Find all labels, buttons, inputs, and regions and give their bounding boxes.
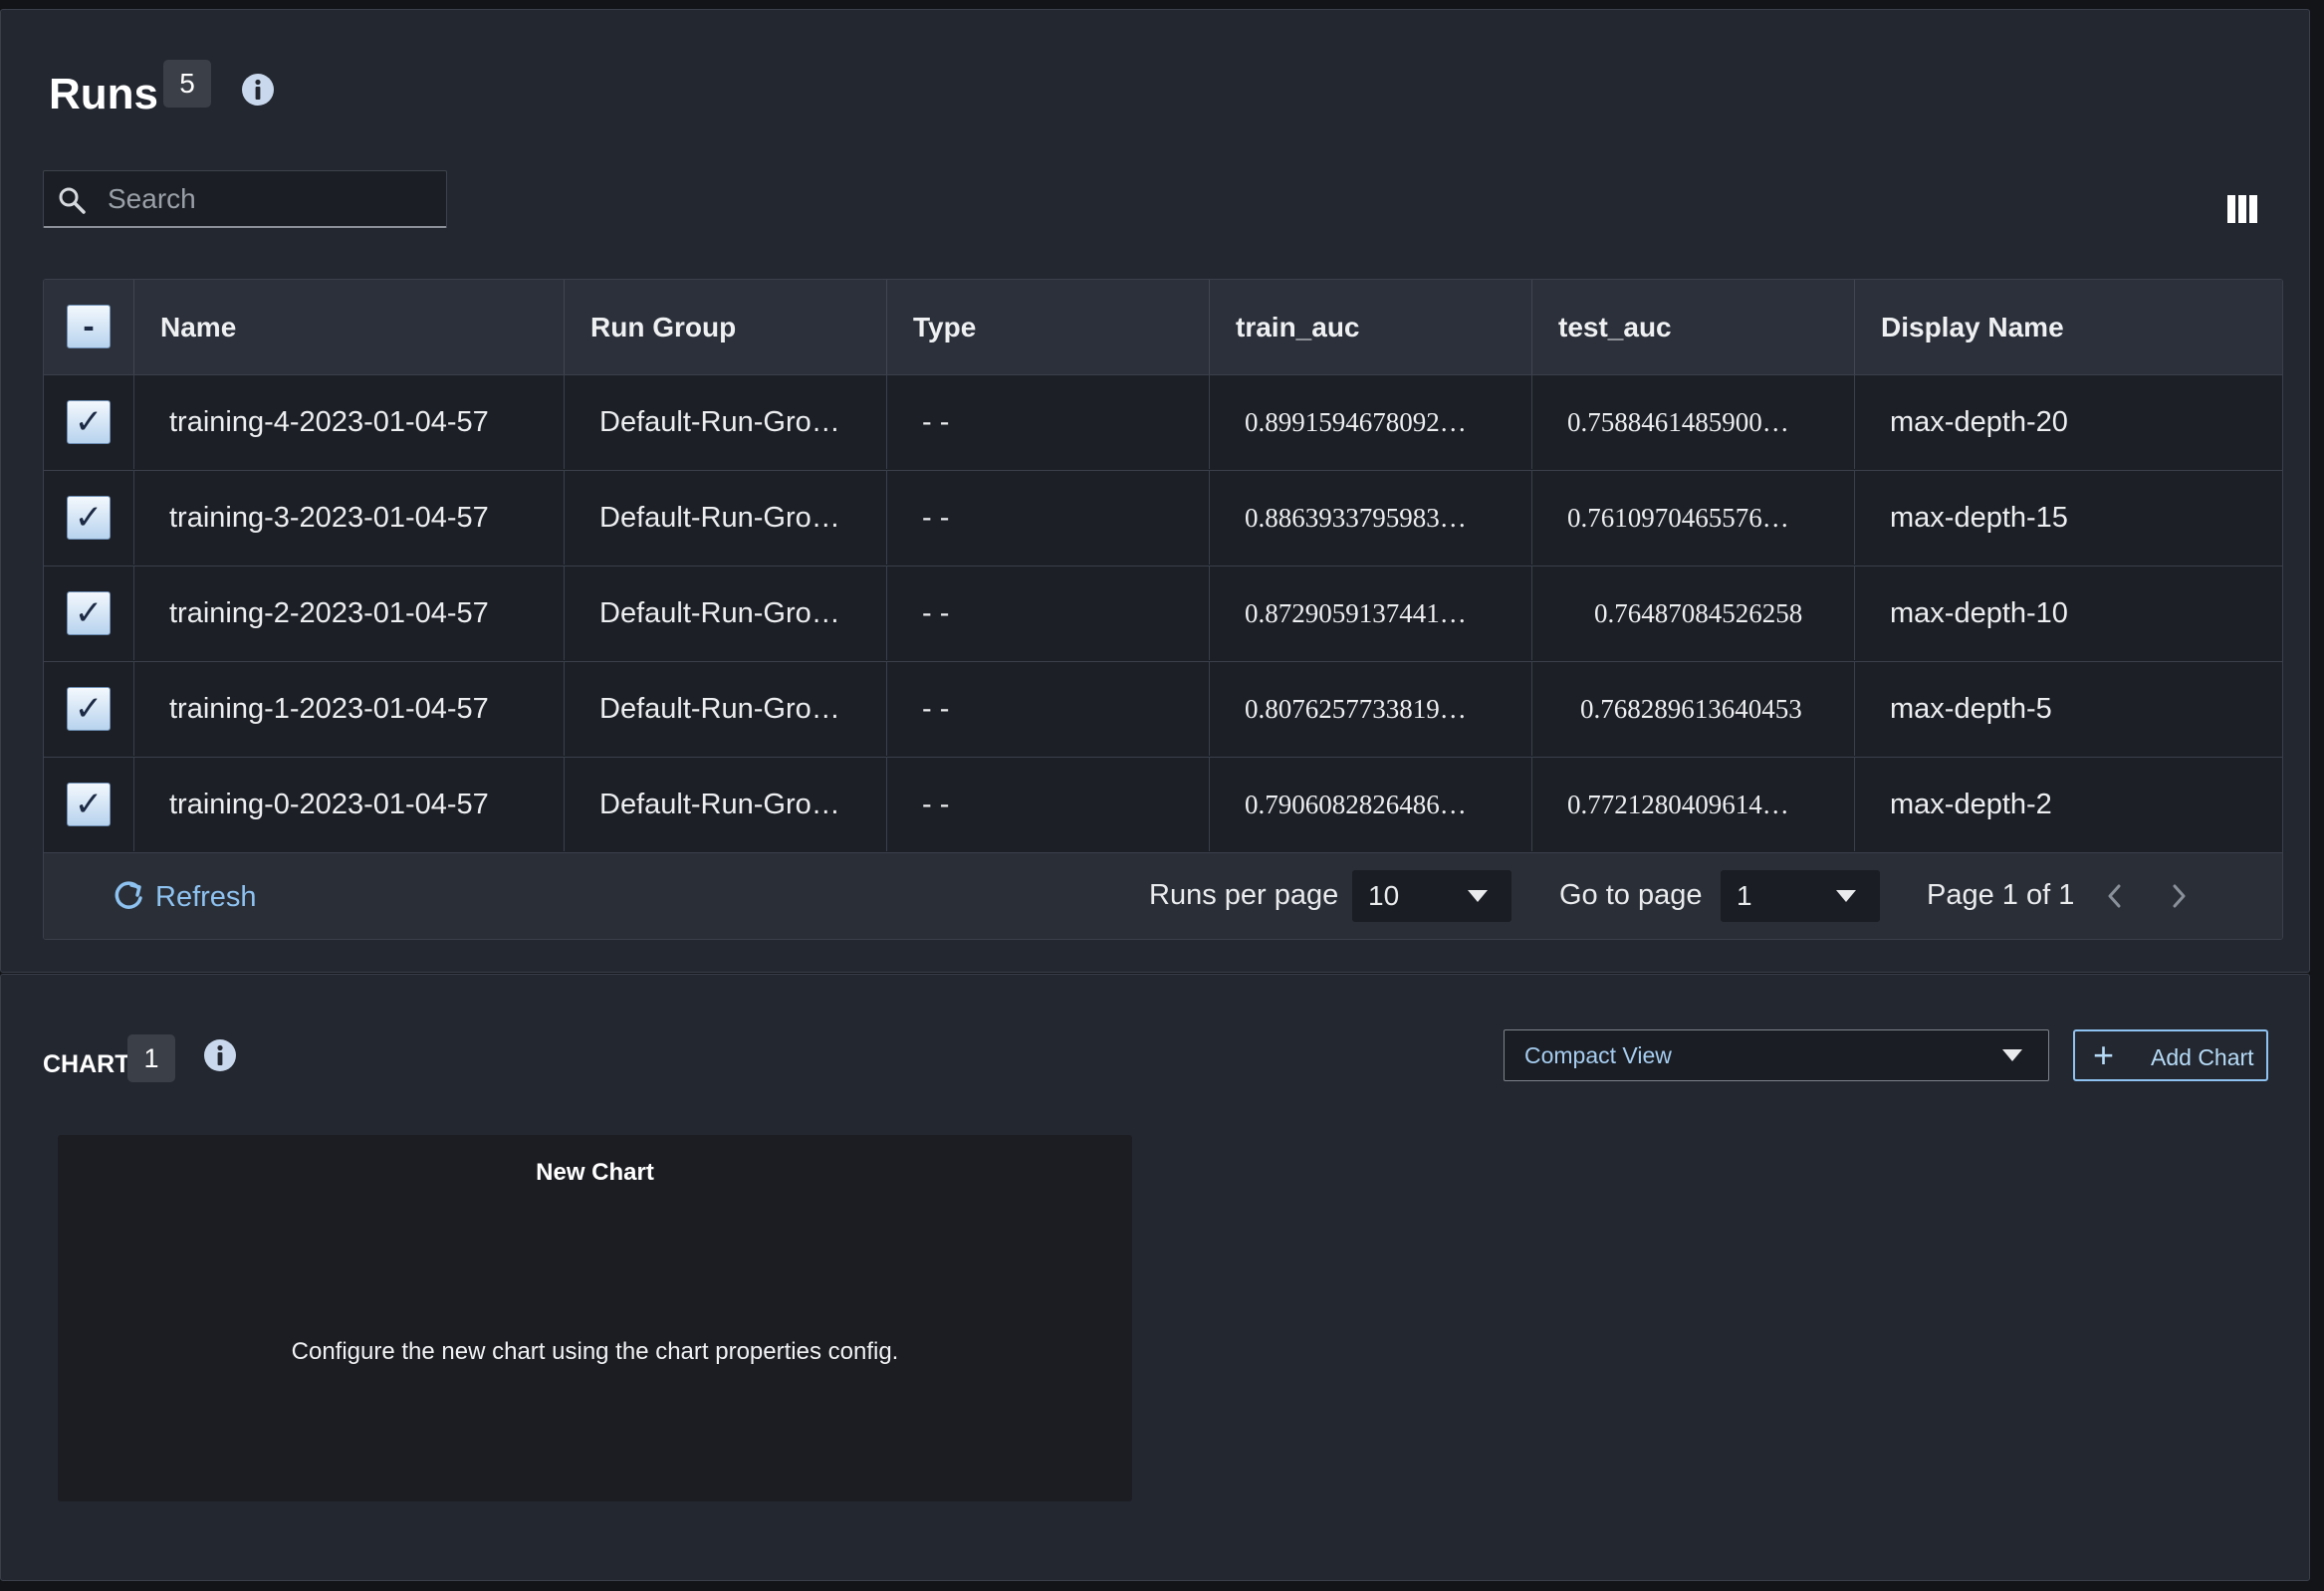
cell-display-name: max-depth-10	[1890, 596, 2068, 629]
cell-run-group: Default-Run-Gro…	[565, 662, 887, 756]
chart-card-message: Configure the new chart using the chart …	[291, 1338, 899, 1365]
table-row[interactable]: ✓ training-2-2023-01-04-57 Default-Run-G…	[44, 566, 2282, 660]
cell-type: - -	[887, 758, 1210, 851]
search-box[interactable]	[43, 170, 447, 228]
chart-card[interactable]: New Chart Configure the new chart using …	[58, 1135, 1132, 1501]
table-row[interactable]: ✓ training-0-2023-01-04-57 Default-Run-G…	[44, 757, 2282, 851]
chart-count-badge: 1	[127, 1034, 175, 1082]
row-checkbox[interactable]: ✓	[67, 400, 111, 444]
runs-title: Runs	[49, 70, 158, 118]
cell-type: - -	[887, 375, 1210, 469]
runs-per-page-select[interactable]: 10	[1352, 870, 1511, 922]
refresh-icon	[115, 881, 142, 909]
cell-name[interactable]: training-0-2023-01-04-57	[134, 758, 565, 851]
runs-per-page-label: Runs per page	[1149, 879, 1339, 911]
go-to-page-label: Go to page	[1559, 879, 1703, 911]
cell-type: - -	[887, 471, 1210, 565]
chart-panel: CHART 1 Compact View + Add Chart New Cha…	[0, 974, 2310, 1581]
cell-train-auc: 0.8991594678092…	[1210, 375, 1532, 469]
caret-down-icon	[1836, 890, 1856, 902]
cell-train-auc: 0.7906082826486…	[1210, 758, 1532, 851]
cell-name[interactable]: training-3-2023-01-04-57	[134, 471, 565, 565]
column-header-name[interactable]: Name	[134, 280, 565, 374]
cell-train-auc: 0.8729059137441…	[1210, 567, 1532, 660]
add-chart-button[interactable]: + Add Chart	[2073, 1029, 2268, 1081]
row-select-cell: ✓	[44, 662, 134, 756]
cell-train-auc: 0.8076257733819…	[1210, 662, 1532, 756]
view-mode-select[interactable]: Compact View	[1504, 1029, 2049, 1081]
table-footer: Refresh Runs per page 10 Go to page 1 Pa…	[44, 852, 2282, 939]
column-header-run-group[interactable]: Run Group	[565, 280, 887, 374]
cell-display-name: max-depth-20	[1890, 405, 2068, 438]
refresh-label: Refresh	[155, 881, 257, 913]
table-row[interactable]: ✓ training-3-2023-01-04-57 Default-Run-G…	[44, 470, 2282, 565]
cell-run-group: Default-Run-Gro…	[565, 758, 887, 851]
runs-per-page-value: 10	[1368, 880, 1400, 911]
columns-icon[interactable]	[2227, 195, 2257, 223]
page-info: Page 1 of 1	[1927, 879, 2075, 911]
cell-run-group: Default-Run-Gro…	[565, 471, 887, 565]
go-to-page-select[interactable]: 1	[1721, 870, 1880, 922]
row-checkbox[interactable]: ✓	[67, 591, 111, 635]
table-header: - Name Run Group Type train_auc test_auc…	[44, 280, 2282, 374]
cell-train-auc: 0.8863933795983…	[1210, 471, 1532, 565]
cell-test-auc: 0.7610970465576…	[1532, 471, 1855, 565]
table-row[interactable]: ✓ training-1-2023-01-04-57 Default-Run-G…	[44, 661, 2282, 756]
cell-test-auc: 0.7588461485900…	[1532, 375, 1855, 469]
select-all-checkbox[interactable]: -	[67, 305, 111, 348]
row-checkbox[interactable]: ✓	[67, 496, 111, 540]
table-row[interactable]: ✓ training-4-2023-01-04-57 Default-Run-G…	[44, 374, 2282, 469]
cell-name[interactable]: training-4-2023-01-04-57	[134, 375, 565, 469]
column-header-type[interactable]: Type	[887, 280, 1210, 374]
cell-name[interactable]: training-1-2023-01-04-57	[134, 662, 565, 756]
row-checkbox[interactable]: ✓	[67, 783, 111, 826]
cell-type: - -	[887, 662, 1210, 756]
cell-test-auc: 0.76487084526258	[1532, 567, 1855, 660]
runs-count-badge: 5	[163, 60, 211, 108]
runs-table: - Name Run Group Type train_auc test_auc…	[43, 279, 2283, 940]
view-mode-value: Compact View	[1524, 1041, 1672, 1068]
row-select-cell: ✓	[44, 758, 134, 851]
caret-down-icon	[2002, 1049, 2022, 1061]
chevron-left-icon[interactable]	[2106, 882, 2124, 910]
info-icon[interactable]	[203, 1038, 237, 1072]
add-chart-label: Add Chart	[2151, 1044, 2254, 1070]
refresh-button[interactable]: Refresh	[112, 877, 271, 917]
caret-down-icon	[1468, 890, 1488, 902]
cell-name[interactable]: training-2-2023-01-04-57	[134, 567, 565, 660]
row-select-cell: ✓	[44, 567, 134, 660]
column-header-train-auc[interactable]: train_auc	[1210, 280, 1532, 374]
row-checkbox[interactable]: ✓	[67, 687, 111, 731]
cell-display-name: max-depth-5	[1890, 692, 2052, 725]
column-header-test-auc[interactable]: test_auc	[1532, 280, 1855, 374]
cell-run-group: Default-Run-Gro…	[565, 375, 887, 469]
search-icon	[59, 187, 86, 214]
cell-run-group: Default-Run-Gro…	[565, 567, 887, 660]
chart-card-title: New Chart	[536, 1159, 654, 1186]
column-header-display-name[interactable]: Display Name	[1855, 280, 2282, 374]
cell-test-auc: 0.7721280409614…	[1532, 758, 1855, 851]
go-to-page-value: 1	[1737, 880, 1752, 911]
cell-display-name: max-depth-15	[1890, 501, 2068, 534]
info-icon[interactable]	[241, 73, 275, 107]
cell-test-auc: 0.768289613640453	[1532, 662, 1855, 756]
plus-icon: +	[2093, 1034, 2115, 1075]
cell-display-name: max-depth-2	[1890, 788, 2052, 820]
chevron-right-icon[interactable]	[2170, 882, 2188, 910]
row-select-cell: ✓	[44, 375, 134, 469]
cell-type: - -	[887, 567, 1210, 660]
search-input[interactable]	[106, 171, 438, 227]
header-select-cell: -	[44, 280, 134, 374]
row-select-cell: ✓	[44, 471, 134, 565]
runs-panel: Runs 5 - Name Run Group Type train_auc t…	[0, 9, 2310, 973]
chart-section-title: CHART	[43, 1050, 130, 1078]
